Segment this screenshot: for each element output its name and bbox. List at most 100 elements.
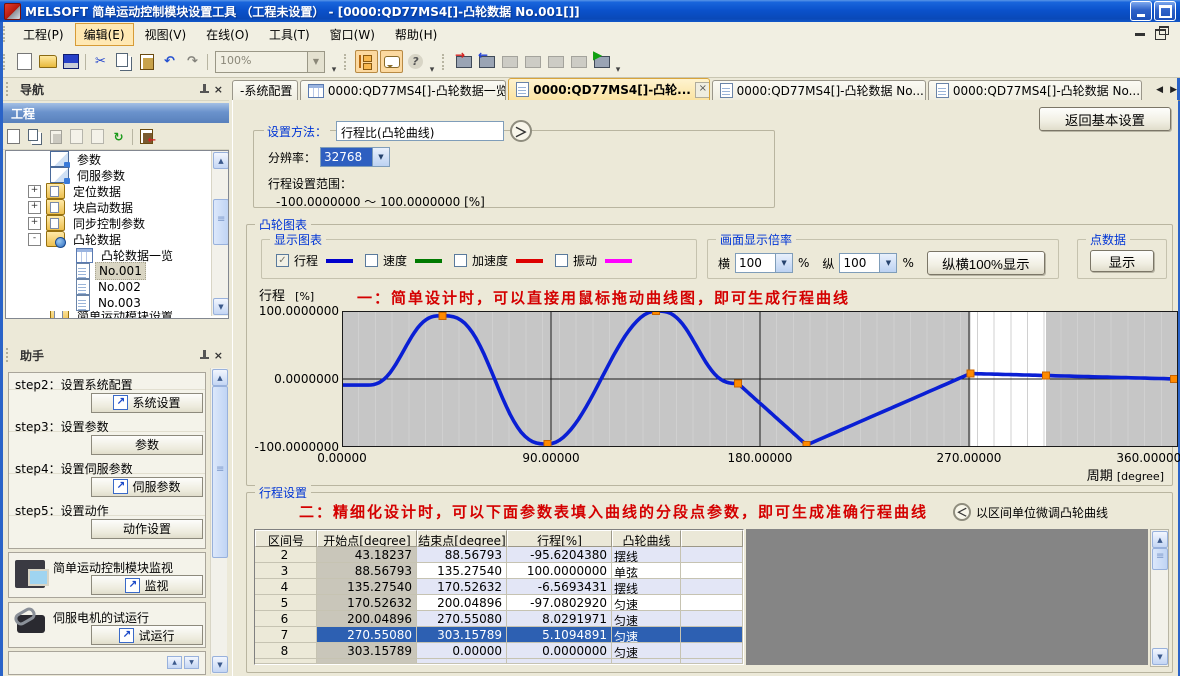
scrollbar-thumb[interactable] <box>213 199 229 245</box>
cell[interactable]: 200.04896 <box>317 611 417 627</box>
cell[interactable]: 匀速 <box>612 643 681 659</box>
cell[interactable]: 摆线 <box>612 579 681 595</box>
tab-item[interactable]: 0000:QD77MS4[]-凸轮数据 No.... <box>712 80 926 100</box>
scroll-down-button[interactable]: ▼ <box>1152 648 1168 665</box>
zoom-dropdown-icon[interactable]: ▼ <box>307 52 324 72</box>
cell[interactable]: 摆线 <box>612 547 681 563</box>
curve-control-point[interactable] <box>735 380 742 387</box>
cell[interactable]: 303.15789 <box>417 627 507 643</box>
curve-control-point[interactable] <box>967 370 974 377</box>
scroll-up-button[interactable]: ▲ <box>213 152 229 169</box>
cell[interactable]: 匀速 <box>612 627 681 643</box>
read-from-module-button[interactable]: ← <box>476 51 497 72</box>
curve-control-point[interactable] <box>1043 372 1050 379</box>
new-project-button[interactable] <box>14 51 35 72</box>
assistant-button[interactable]: 参数 <box>91 435 203 455</box>
fine-tune-prev-button[interactable]: ＜ <box>953 503 971 521</box>
point-data-display-button[interactable]: 显示 <box>1090 250 1154 272</box>
copy-button[interactable] <box>113 51 134 72</box>
table-row[interactable]: 8303.157890.000000.0000000匀速 <box>255 643 743 659</box>
monitor-mode-button[interactable]: ▶ <box>591 51 612 72</box>
nav-data-copy-button[interactable] <box>67 128 86 146</box>
verify-button-2[interactable] <box>522 51 543 72</box>
horizontal-scale-combobox[interactable]: 100 ▼ <box>735 253 793 273</box>
method-next-button[interactable]: ＞ <box>510 120 532 142</box>
expand-icon[interactable]: + <box>28 185 41 198</box>
tab-active[interactable]: 0000:QD77MS4[]-凸轮...× <box>508 78 709 100</box>
table-row[interactable]: 6200.04896270.550808.0291971匀速 <box>255 611 743 627</box>
cell[interactable]: 170.52632 <box>317 595 417 611</box>
assistant-button[interactable]: ↗系统设置 <box>91 393 203 413</box>
table-row[interactable]: 4135.27540170.52632-6.5693431摆线 <box>255 579 743 595</box>
maximize-button[interactable] <box>1154 1 1176 21</box>
close-icon[interactable]: × <box>214 350 223 361</box>
nav-paste-button[interactable] <box>46 128 65 146</box>
table-row[interactable]: 7270.55080303.157895.1094891匀速 <box>255 627 743 643</box>
help-button[interactable]: ? <box>405 51 426 72</box>
cell[interactable] <box>681 611 743 627</box>
scroll-down-button[interactable]: ▼ <box>212 656 228 673</box>
tree-item[interactable]: 凸轮数据一览 <box>6 247 228 263</box>
verify-button-3[interactable] <box>545 51 566 72</box>
vertical-scale-combobox[interactable]: 100 ▼ <box>839 253 897 273</box>
setting-method-value[interactable]: 行程比(凸轮曲线) <box>336 121 504 141</box>
cell[interactable]: 170.52632 <box>417 579 507 595</box>
table-row[interactable]: 388.56793135.27540100.0000000单弦 <box>255 563 743 579</box>
menu-item[interactable]: 编辑(E) <box>75 23 134 46</box>
cell[interactable]: 5.1094891 <box>507 627 612 643</box>
dropdown-icon[interactable]: ▼ <box>372 148 389 166</box>
assistant-scrollbar[interactable]: ▲ ▼ <box>210 368 227 674</box>
table-row[interactable]: 5170.52632200.04896-97.0802920匀速 <box>255 595 743 611</box>
cell[interactable]: 0.00000 <box>417 643 507 659</box>
nav-exit-button[interactable]: ← <box>137 128 156 146</box>
tab-item[interactable]: 0000:QD77MS4[]-凸轮数据 No.... <box>928 80 1142 100</box>
scroll-up-button[interactable]: ▲ <box>212 369 228 386</box>
checkbox-unchecked[interactable] <box>555 254 568 267</box>
expand-icon[interactable]: + <box>28 217 41 230</box>
curve-control-point[interactable] <box>1171 376 1178 383</box>
redo-button[interactable]: ↷ <box>182 51 203 72</box>
dropdown-icon[interactable]: ▼ <box>775 254 792 272</box>
checkbox-unchecked[interactable] <box>454 254 467 267</box>
cell[interactable] <box>681 595 743 611</box>
cell[interactable] <box>681 643 743 659</box>
cell[interactable]: 8.0291971 <box>507 611 612 627</box>
close-icon[interactable]: × <box>214 84 223 95</box>
return-basic-settings-button[interactable]: 返回基本设置 <box>1039 107 1171 131</box>
cell[interactable]: -97.0802920 <box>507 595 612 611</box>
tab-item[interactable]: -系统配置 <box>232 80 298 100</box>
cell[interactable]: 270.55080 <box>417 611 507 627</box>
save-project-button[interactable] <box>60 51 81 72</box>
scrollbar-thumb[interactable] <box>212 386 228 558</box>
toolbar-overflow-icon2[interactable]: ▾ <box>427 65 437 75</box>
curve-control-point[interactable] <box>439 312 446 319</box>
dropdown-icon[interactable]: ▼ <box>879 254 896 272</box>
cell[interactable]: 88.56793 <box>317 563 417 579</box>
cell[interactable] <box>681 563 743 579</box>
tab-scroll-left-button[interactable]: ◀ <box>1153 83 1166 97</box>
assistant-button[interactable]: ↗伺服参数 <box>91 477 203 497</box>
collapse-icon[interactable]: - <box>28 233 41 246</box>
resolution-combobox[interactable]: 32768 ▼ <box>320 147 390 167</box>
cell[interactable]: 270.55080 <box>317 627 417 643</box>
tab-item[interactable]: 0000:QD77MS4[]-凸轮数据一览 <box>300 80 506 100</box>
full-scale-display-button[interactable]: 纵横100%显示 <box>927 251 1045 275</box>
toolbar-overflow-icon3[interactable]: ▾ <box>613 65 623 75</box>
tree-scrollbar[interactable]: ▲ ▼ <box>211 151 228 316</box>
menu-item[interactable]: 工具(T) <box>260 23 319 46</box>
menu-item[interactable]: 帮助(H) <box>386 23 446 46</box>
cell[interactable]: -6.5693431 <box>507 579 612 595</box>
minimize-button[interactable] <box>1130 1 1152 21</box>
cell[interactable]: 135.27540 <box>317 579 417 595</box>
mini-scroll-up-icon[interactable]: ▲ <box>167 656 182 669</box>
cell[interactable]: 135.27540 <box>417 563 507 579</box>
menu-item[interactable]: 在线(O) <box>197 23 258 46</box>
tab-close-icon[interactable]: × <box>695 82 710 98</box>
assistant-button[interactable]: ↗试运行 <box>91 625 203 645</box>
pin-icon[interactable] <box>199 84 210 95</box>
scrollbar-thumb[interactable] <box>1152 548 1168 570</box>
tree-item[interactable]: No.002 <box>6 279 228 295</box>
table-row[interactable]: 243.1823788.56793-95.6204380摆线 <box>255 547 743 563</box>
mdi-minimize-icon[interactable] <box>1135 33 1145 36</box>
write-to-module-button[interactable]: → <box>453 51 474 72</box>
